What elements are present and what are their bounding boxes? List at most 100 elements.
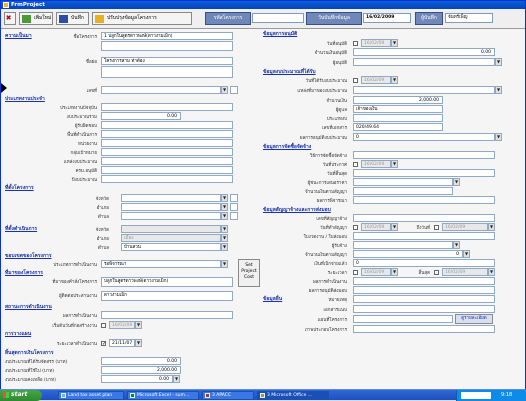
approve-date-checkbox[interactable] [353, 41, 358, 46]
approve-date-dropdown[interactable]: ▼ [391, 39, 398, 47]
map-field[interactable] [353, 315, 453, 323]
fin3-dropdown[interactable]: ▼ [173, 375, 180, 383]
new-button[interactable]: เพิ่มใหม่ [19, 12, 53, 25]
province-extra[interactable] [230, 194, 238, 202]
contract-no-field[interactable] [353, 214, 495, 222]
type-field[interactable] [101, 103, 233, 111]
province-dropdown[interactable]: ▼ [221, 194, 228, 202]
province2-field[interactable] [121, 225, 221, 233]
dept-field[interactable] [101, 139, 233, 147]
proc-date-dropdown[interactable]: ▼ [391, 160, 398, 168]
subdistrict2-field[interactable]: บ้านสวน [121, 243, 221, 251]
task-land-tax[interactable]: Land tax asset plan [58, 391, 124, 400]
record-date-field[interactable]: 16/02/2009 [363, 13, 411, 23]
district-extra[interactable] [230, 203, 238, 211]
approve-by-dropdown[interactable]: ▼ [495, 58, 502, 66]
proc-end-field[interactable] [353, 169, 495, 177]
province2-dropdown[interactable]: ▼ [221, 225, 228, 233]
contract-date-checkbox[interactable] [353, 225, 358, 230]
short-name-field[interactable]: โครงการสาม ท่าด้อง [101, 57, 233, 65]
budget-type-field[interactable] [353, 114, 443, 122]
budget-source-field[interactable] [353, 86, 495, 94]
result-field[interactable] [353, 277, 495, 285]
district-field[interactable] [121, 203, 221, 211]
province-field[interactable] [121, 194, 221, 202]
attach-field[interactable] [353, 305, 495, 313]
budget-source-dropdown[interactable]: ▼ [495, 86, 502, 94]
budget-date-field[interactable]: 16/02/09 [361, 76, 391, 84]
project-name-field[interactable]: 1 ปลูกในสูตรดาวพงษ์(ดาวงามเม็ก) [101, 32, 233, 40]
proc-winner-dropdown[interactable]: ▼ [453, 178, 460, 186]
period-from-field[interactable]: 16/02/09 [361, 268, 391, 276]
area-field[interactable] [101, 130, 233, 138]
proc-sign-field[interactable] [353, 196, 495, 204]
approve-date-field[interactable]: 16/02/09 [361, 39, 391, 47]
proc-winner-field[interactable] [353, 178, 453, 186]
contract-type-field[interactable]: รอพิจารณา [101, 260, 221, 268]
proc-date-checkbox[interactable] [353, 162, 358, 167]
number-dropdown[interactable]: ▼ [221, 86, 228, 94]
district-dropdown[interactable]: ▼ [221, 203, 228, 211]
task-apacc[interactable]: 3 APACC [202, 391, 254, 400]
short-name-extra[interactable] [101, 66, 233, 78]
budget-owner-field[interactable]: เจ้าของเงิน [353, 105, 443, 113]
contract-to-dropdown[interactable]: ▼ [488, 223, 495, 231]
subdistrict-dropdown[interactable]: ▼ [221, 212, 228, 220]
note-field[interactable] [353, 295, 495, 303]
budget-date-dropdown[interactable]: ▼ [391, 76, 398, 84]
close-record-button[interactable]: ✖ [4, 12, 16, 25]
plan-date-dropdown[interactable]: ▼ [135, 339, 142, 347]
subdistrict-field[interactable] [121, 212, 221, 220]
owner-field[interactable] [101, 121, 233, 129]
status-field[interactable] [101, 311, 233, 319]
period-to-dropdown[interactable]: ▼ [488, 268, 495, 276]
contract-paid-field[interactable]: 0 [353, 259, 495, 267]
contact-field[interactable]: ดาวงามเม็ก [101, 291, 233, 301]
contractor-field[interactable] [353, 241, 453, 249]
budget-date-checkbox[interactable] [353, 78, 358, 83]
contract-to-checkbox[interactable] [434, 225, 439, 230]
start-button[interactable]: start [0, 390, 42, 401]
task-excel[interactable]: Microsoft Excel - sum... [127, 391, 199, 400]
proc-method-field[interactable] [353, 151, 495, 159]
result2-field[interactable] [353, 286, 495, 294]
update-project-button[interactable]: ปรับปรุงข้อมูลโครงการ [92, 12, 192, 25]
task-office[interactable]: 3 Microsoft Office ... [257, 391, 329, 400]
contract-type-dropdown[interactable]: ▼ [221, 260, 228, 268]
contract-date-field[interactable]: 16/02/09 [361, 223, 391, 231]
budget-field[interactable]: 0.00 [101, 112, 181, 120]
proc-date-field[interactable]: 16/02/09 [361, 160, 391, 168]
budget-approve-dropdown[interactable]: ▼ [495, 133, 502, 141]
start-date-field[interactable]: 16/02/09 [109, 321, 135, 329]
contract-total-dropdown[interactable]: ▼ [463, 250, 470, 258]
contract-to-field[interactable]: 16/02/09 [442, 223, 488, 231]
subdistrict2-dropdown[interactable]: ▼ [221, 243, 228, 251]
project-code-field[interactable] [252, 13, 304, 23]
fin1-field[interactable]: 0.00 [101, 357, 181, 365]
start-checkbox[interactable] [101, 323, 106, 328]
contract-date-dropdown[interactable]: ▼ [391, 223, 398, 231]
project-name-extra[interactable] [101, 41, 233, 51]
save-button[interactable]: บันทึก [56, 12, 89, 25]
contract-sign-field[interactable] [353, 232, 495, 240]
plan-date-field[interactable]: 21/11/07 [109, 339, 135, 347]
approve-by-field[interactable] [353, 58, 495, 66]
district2-dropdown[interactable]: ▼ [221, 234, 228, 242]
year-field[interactable] [101, 175, 233, 183]
period-from-checkbox[interactable] [353, 270, 358, 275]
start-date-dropdown[interactable]: ▼ [135, 321, 142, 329]
source-field[interactable] [101, 157, 233, 165]
fin3-field[interactable]: 0.00 [101, 375, 173, 383]
set-project-cost-button[interactable]: Set Project Cost [238, 259, 260, 287]
budget-code-field[interactable]: 020/49.64 [353, 123, 443, 131]
proc-amount-field[interactable] [353, 187, 453, 195]
period-to-field[interactable]: 16/02/09 [442, 268, 488, 276]
recorder-field[interactable]: จันทร์เพ็ญ [445, 13, 493, 23]
contractor-dropdown[interactable]: ▼ [453, 241, 460, 249]
period-to-checkbox[interactable] [434, 270, 439, 275]
fin2-field[interactable]: 2,000.00 [101, 366, 181, 374]
number-extra[interactable] [230, 86, 238, 94]
view-details-button[interactable]: ดูรายละเอียด [455, 314, 493, 324]
cabinet-field[interactable] [101, 166, 233, 174]
image-field[interactable] [353, 325, 495, 333]
